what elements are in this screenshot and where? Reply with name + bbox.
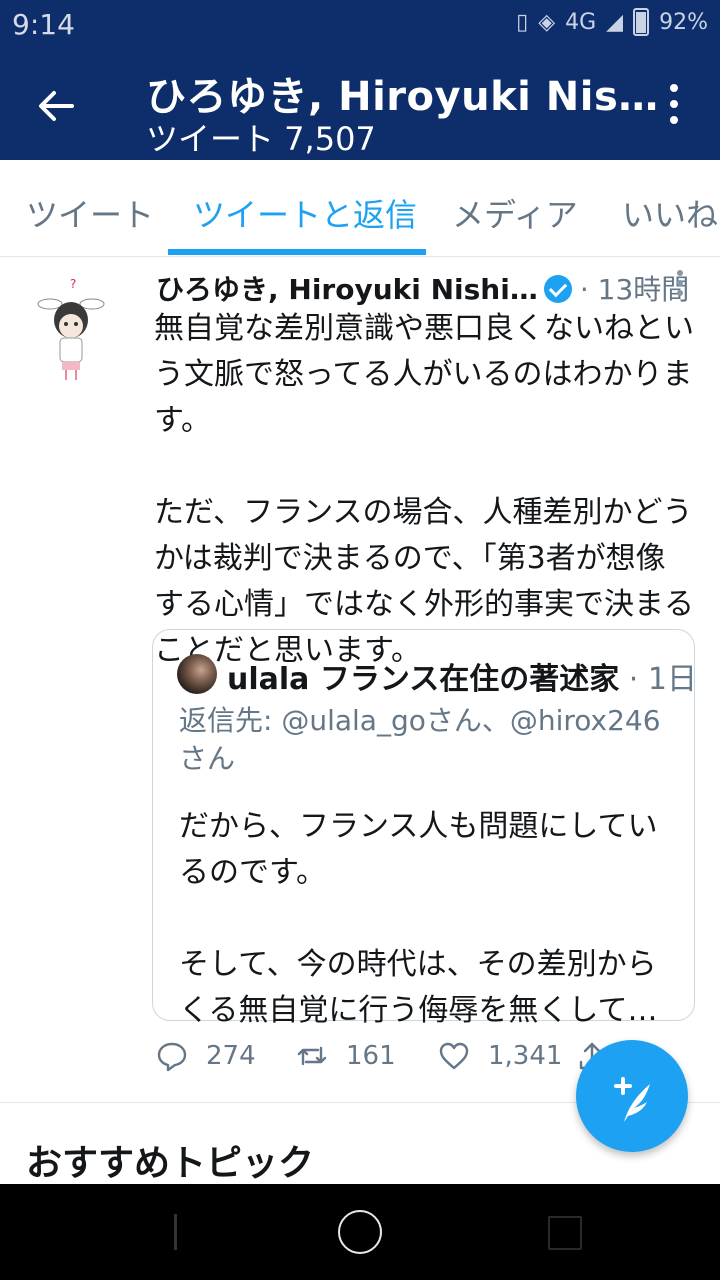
tweet-header: ひろゆき, Hiroyuki Nishi… · 13時間	[156, 268, 696, 308]
quoted-tweet[interactable]: ulala フランス在住の著述家 · 1日 返信先: @ulala_goさん、@…	[152, 629, 697, 1028]
quoted-reply-to: 返信先: @ulala_goさん、@hirox246 さん	[179, 704, 661, 775]
back-arrow-icon[interactable]	[36, 86, 76, 126]
tweet-author-name[interactable]: ひろゆき, Hiroyuki Nishi…	[156, 273, 538, 306]
recommended-topics-heading: おすすめトピック	[26, 1143, 315, 1184]
quoted-timestamp: · 1日	[619, 662, 697, 697]
retweet-icon	[297, 1046, 327, 1066]
heart-icon	[439, 1042, 469, 1070]
app-header: ひろゆき, Hiroyuki Nis… ツイート 7,507	[0, 50, 720, 160]
nav-home-icon[interactable]	[338, 1210, 382, 1254]
like-button[interactable]: 1,341	[438, 1040, 562, 1072]
tweet-timestamp[interactable]: · 13時間	[580, 273, 689, 306]
battery-percent: 92%	[659, 9, 708, 35]
tab-tweets[interactable]: ツイート	[26, 190, 154, 236]
quoted-author-name: ulala フランス在住の著述家	[227, 662, 620, 697]
tweet-more-icon[interactable]	[676, 270, 684, 300]
avatar[interactable]: ?	[36, 274, 106, 384]
reply-count: 274	[206, 1041, 256, 1071]
nav-recents-icon[interactable]	[548, 1216, 582, 1250]
vibrate-icon: ◈	[538, 9, 556, 35]
active-tab-indicator	[168, 249, 426, 255]
like-count: 1,341	[488, 1041, 563, 1071]
quoted-tweet-header: ulala フランス在住の著述家 · 1日	[227, 654, 697, 698]
battery-icon	[633, 8, 650, 36]
nfc-icon: ▯	[516, 9, 529, 35]
verified-badge-icon	[543, 275, 572, 303]
signal-icon: ◢	[606, 9, 624, 35]
compose-feather-icon	[614, 1077, 650, 1122]
tweet-count: ツイート 7,507	[146, 120, 376, 158]
retweet-button[interactable]: 161	[296, 1040, 396, 1072]
reply-button[interactable]: 274	[156, 1040, 256, 1072]
tab-tweets-and-replies[interactable]: ツイートと返信	[193, 190, 417, 236]
status-time: 9:14	[12, 8, 75, 41]
tab-likes[interactable]: いいね	[622, 190, 718, 236]
reply-icon	[157, 1042, 187, 1072]
status-icons: ▯ ◈ 4G ◢ 92%	[516, 8, 708, 36]
network-type: 4G	[565, 9, 597, 35]
tab-media[interactable]: メディア	[452, 190, 578, 236]
status-bar: 9:14 ▯ ◈ 4G ◢ 92%	[0, 0, 720, 50]
quoted-tweet-text: だから、フランス人も問題にしてい るのです。 そして、今の時代は、その差別から …	[179, 809, 658, 1028]
retweet-count: 161	[346, 1041, 396, 1071]
quoted-author-avatar	[177, 654, 217, 694]
profile-tabs: ツイート ツイートと返信 メディア いいね	[0, 160, 720, 257]
overflow-menu-icon[interactable]	[668, 84, 680, 130]
nav-back-icon[interactable]	[160, 1214, 177, 1250]
svg-text:?: ?	[70, 277, 76, 291]
compose-tweet-button[interactable]	[576, 1040, 688, 1152]
system-nav-bar	[0, 1184, 720, 1280]
tweet-text: 無自覚な差別意識や悪口良くないねとい う文脈で怒ってる人がいるのはわかりま す。…	[154, 311, 694, 668]
